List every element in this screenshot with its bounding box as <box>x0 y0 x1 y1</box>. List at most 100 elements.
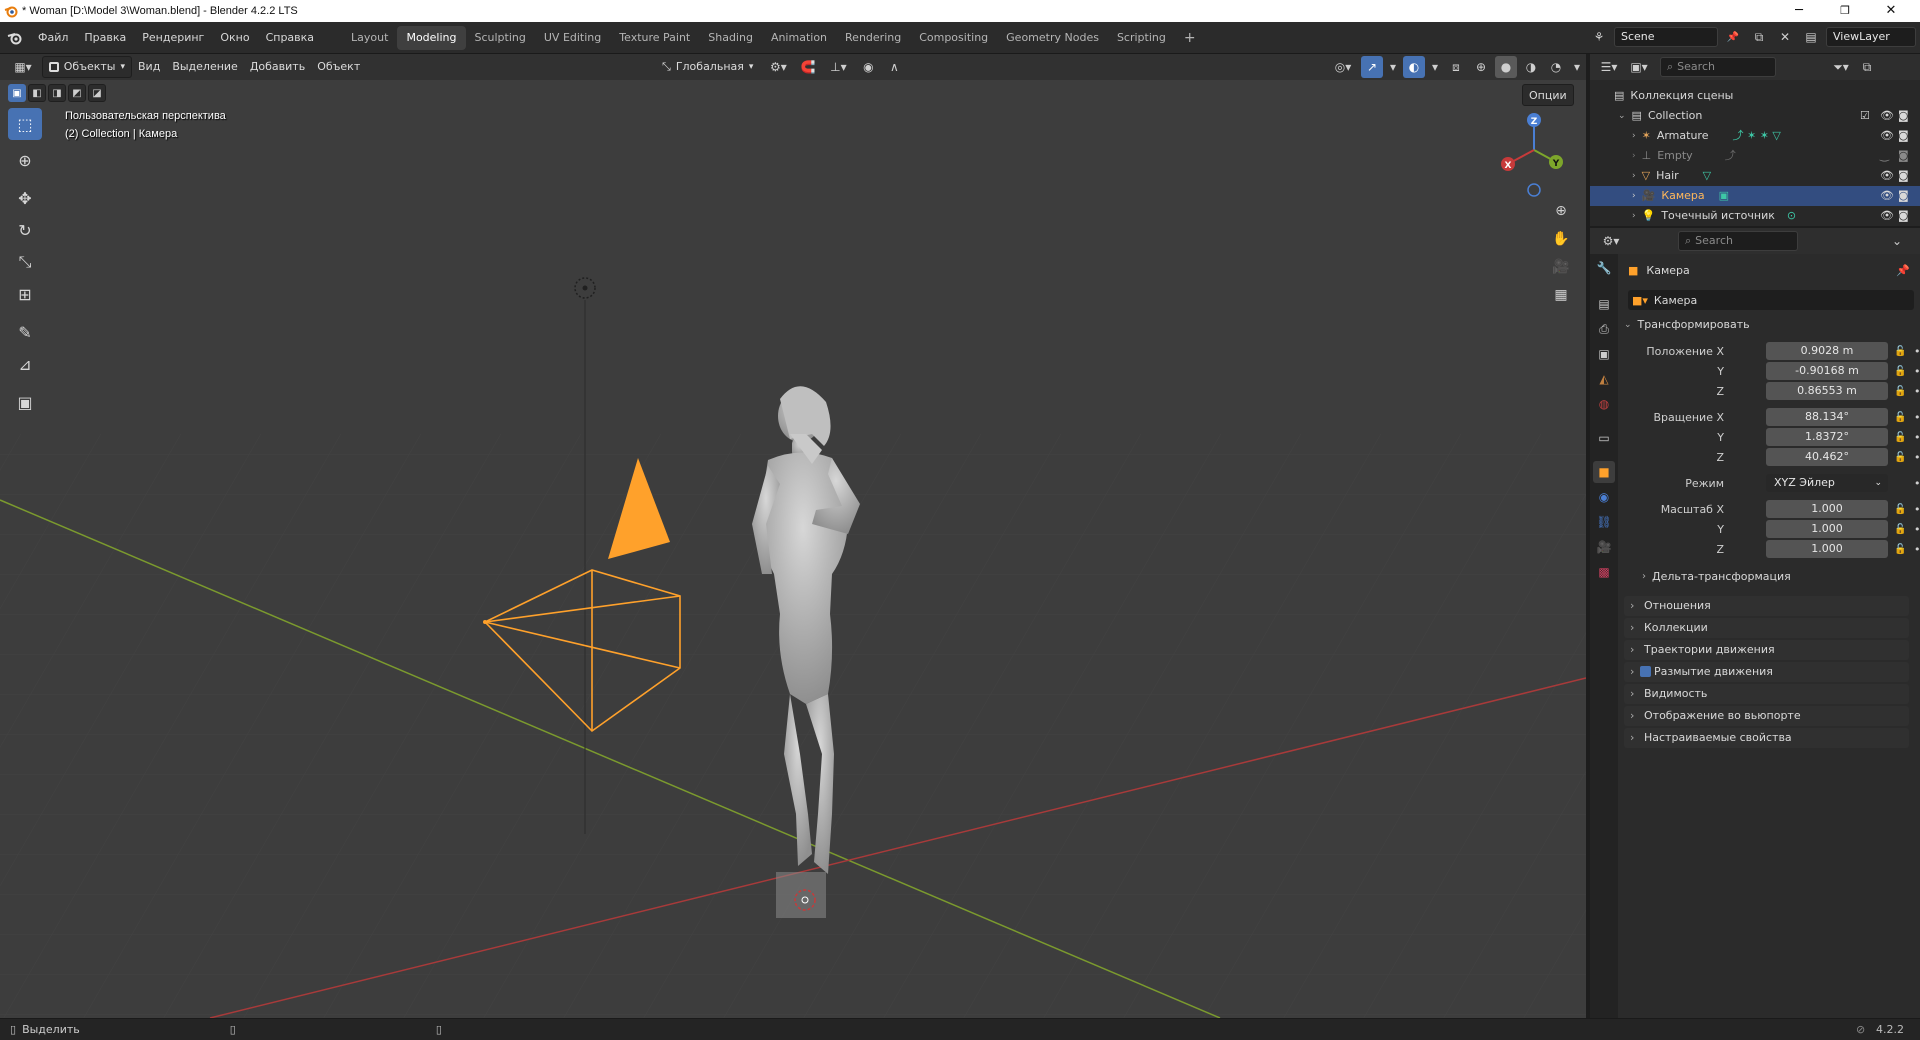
viewport-display-panel[interactable]: › Отображение во вьюпорте <box>1624 706 1909 726</box>
rotation-mode-select[interactable]: XYZ Эйлер ⌄ <box>1766 474 1888 492</box>
scale-tool[interactable]: ⤡ <box>8 246 42 278</box>
visibility-icon[interactable]: ◎▾ <box>1328 56 1358 78</box>
lock-icon[interactable]: 🔓 <box>1894 540 1906 560</box>
outliner-item-empty[interactable]: › ⊥ Empty ⤴ ‿ ◙ <box>1590 146 1920 166</box>
lock-icon[interactable]: 🔓 <box>1894 362 1906 382</box>
menu-view[interactable]: Вид <box>132 56 166 78</box>
tab-modeling[interactable]: Modeling <box>397 25 466 50</box>
tab-layout[interactable]: Layout <box>342 26 397 50</box>
lock-icon[interactable]: 🔓 <box>1894 382 1906 402</box>
grid-view-icon[interactable]: ▦ <box>1550 284 1572 306</box>
zoom-icon[interactable]: ⊕ <box>1550 200 1572 222</box>
eye-hidden-icon[interactable]: ‿ <box>1880 146 1889 166</box>
menu-select[interactable]: Выделение <box>166 56 244 78</box>
outliner-item-point-light[interactable]: › 💡 Точечный источник ⊙ 👁 ◙ <box>1590 206 1920 226</box>
output-tab-icon[interactable]: ⎙ <box>1593 318 1615 340</box>
rendered-shading-icon[interactable]: ◔ <box>1545 56 1567 78</box>
cursor-tool[interactable]: ⊕ <box>8 144 42 176</box>
filter-icon[interactable]: ⏷▾ <box>1826 56 1856 78</box>
move-tool[interactable]: ✥ <box>8 182 42 214</box>
object-name-field[interactable]: ■▾ Камера <box>1628 290 1914 310</box>
scene-field[interactable]: Scene <box>1614 27 1718 47</box>
tab-texture-paint[interactable]: Texture Paint <box>610 26 699 50</box>
pin-icon[interactable]: 📌 <box>1896 264 1910 277</box>
lock-icon[interactable]: 🔓 <box>1894 448 1906 468</box>
editor-type-icon[interactable]: ▦▾ <box>8 56 38 78</box>
select-subtract-icon[interactable]: ◨ <box>48 84 66 102</box>
snap-icon[interactable]: 🧲 <box>797 56 819 78</box>
properties-search-input[interactable]: ⌕ Search <box>1678 231 1798 251</box>
material-shading-icon[interactable]: ◑ <box>1520 56 1542 78</box>
rotate-tool[interactable]: ↻ <box>8 214 42 246</box>
rotation-z-field[interactable]: 40.462° <box>1766 448 1888 466</box>
gizmo-toggle-icon[interactable]: ↗ <box>1361 56 1383 78</box>
select-invert-icon[interactable]: ◩ <box>68 84 86 102</box>
motion-blur-checkbox[interactable] <box>1640 666 1651 677</box>
tab-rendering[interactable]: Rendering <box>836 26 910 50</box>
pin-icon[interactable]: 📌 <box>1722 26 1744 48</box>
visibility-panel[interactable]: › Видимость <box>1624 684 1909 704</box>
lock-icon[interactable]: 🔓 <box>1894 520 1906 540</box>
lock-icon[interactable]: 🔓 <box>1894 408 1906 428</box>
snap-target-icon[interactable]: ⊥▾ <box>823 56 853 78</box>
select-intersect-icon[interactable]: ◪ <box>88 84 106 102</box>
keyframe-dot-icon[interactable]: • <box>1914 474 1920 494</box>
collection-row[interactable]: ⌄ ▤ Collection ☑ 👁 ◙ <box>1590 106 1920 126</box>
chevron-down-icon[interactable]: ▾ <box>1570 56 1584 78</box>
keyframe-dot-icon[interactable]: • <box>1914 540 1920 560</box>
maximize-button[interactable]: ❐ <box>1822 0 1868 22</box>
outliner-item-camera[interactable]: › 🎥 Камера ▣ 👁 ◙ <box>1590 186 1920 206</box>
collection-tab-icon[interactable]: ▭ <box>1593 427 1615 449</box>
falloff-icon[interactable]: ∧ <box>883 56 905 78</box>
lock-icon[interactable]: 🔓 <box>1894 342 1906 362</box>
tab-shading[interactable]: Shading <box>699 26 762 50</box>
view-layer-tab-icon[interactable]: ▣ <box>1593 343 1615 365</box>
keyframe-dot-icon[interactable]: • <box>1914 362 1920 382</box>
wireframe-shading-icon[interactable]: ⊕ <box>1470 56 1492 78</box>
scale-x-field[interactable]: 1.000 <box>1766 500 1888 518</box>
motion-paths-panel[interactable]: › Траектории движения <box>1624 640 1909 660</box>
select-new-icon[interactable]: ▣ <box>8 84 26 102</box>
camera-render-icon[interactable]: ◙ <box>1898 186 1909 206</box>
menu-file[interactable]: Файл <box>30 22 76 54</box>
tab-uv-editing[interactable]: UV Editing <box>535 26 610 50</box>
scale-y-field[interactable]: 1.000 <box>1766 520 1888 538</box>
lock-icon[interactable]: 🔓 <box>1894 428 1906 448</box>
delta-transform-subpanel[interactable]: › Дельта-трансформация <box>1642 570 1791 583</box>
proportional-edit-icon[interactable]: ◉ <box>857 56 879 78</box>
keyframe-dot-icon[interactable]: • <box>1914 520 1920 540</box>
tab-compositing[interactable]: Compositing <box>910 26 997 50</box>
minimize-button[interactable]: ─ <box>1776 0 1822 22</box>
keyframe-dot-icon[interactable]: • <box>1914 428 1920 448</box>
scene-collection-row[interactable]: ▤ Коллекция сцены <box>1590 86 1920 106</box>
annotate-tool[interactable]: ✎ <box>8 316 42 348</box>
camera-render-icon[interactable]: ◙ <box>1898 146 1909 166</box>
eye-icon[interactable]: 👁 <box>1880 166 1894 186</box>
keyframe-dot-icon[interactable]: • <box>1914 408 1920 428</box>
camera-render-icon[interactable]: ◙ <box>1898 206 1909 226</box>
keyframe-dot-icon[interactable]: • <box>1914 342 1920 362</box>
location-x-field[interactable]: 0.9028 m <box>1766 342 1888 360</box>
xray-icon[interactable]: ⧈ <box>1445 56 1467 78</box>
tab-sculpting[interactable]: Sculpting <box>466 26 535 50</box>
keyframe-dot-icon[interactable]: • <box>1914 382 1920 402</box>
delete-scene-icon[interactable]: ✕ <box>1774 26 1796 48</box>
chevron-down-icon[interactable]: ▾ <box>1386 56 1400 78</box>
select-extend-icon[interactable]: ◧ <box>28 84 46 102</box>
3d-viewport[interactable]: ▦▾ Объекты ▾ Вид Выделение Добавить Объе… <box>0 54 1586 1018</box>
overlays-toggle-icon[interactable]: ◐ <box>1403 56 1425 78</box>
tab-geometry-nodes[interactable]: Geometry Nodes <box>997 26 1108 50</box>
physics-tab-icon[interactable]: ◉ <box>1593 486 1615 508</box>
outliner-search-input[interactable]: ⌕ Search <box>1660 57 1776 77</box>
scene-icon[interactable]: ⚘ <box>1588 26 1610 48</box>
custom-properties-panel[interactable]: › Настраиваемые свойства <box>1624 728 1909 748</box>
tab-animation[interactable]: Animation <box>762 26 836 50</box>
menu-help[interactable]: Справка <box>258 22 322 54</box>
select-box-tool[interactable]: ⬚ <box>8 108 42 140</box>
eye-icon[interactable]: 👁 <box>1880 186 1894 206</box>
solid-shading-icon[interactable]: ● <box>1495 56 1517 78</box>
tool-tab-icon[interactable]: 🔧 <box>1593 257 1615 279</box>
menu-add[interactable]: Добавить <box>244 56 311 78</box>
menu-object[interactable]: Объект <box>311 56 366 78</box>
menu-window[interactable]: Окно <box>212 22 257 54</box>
